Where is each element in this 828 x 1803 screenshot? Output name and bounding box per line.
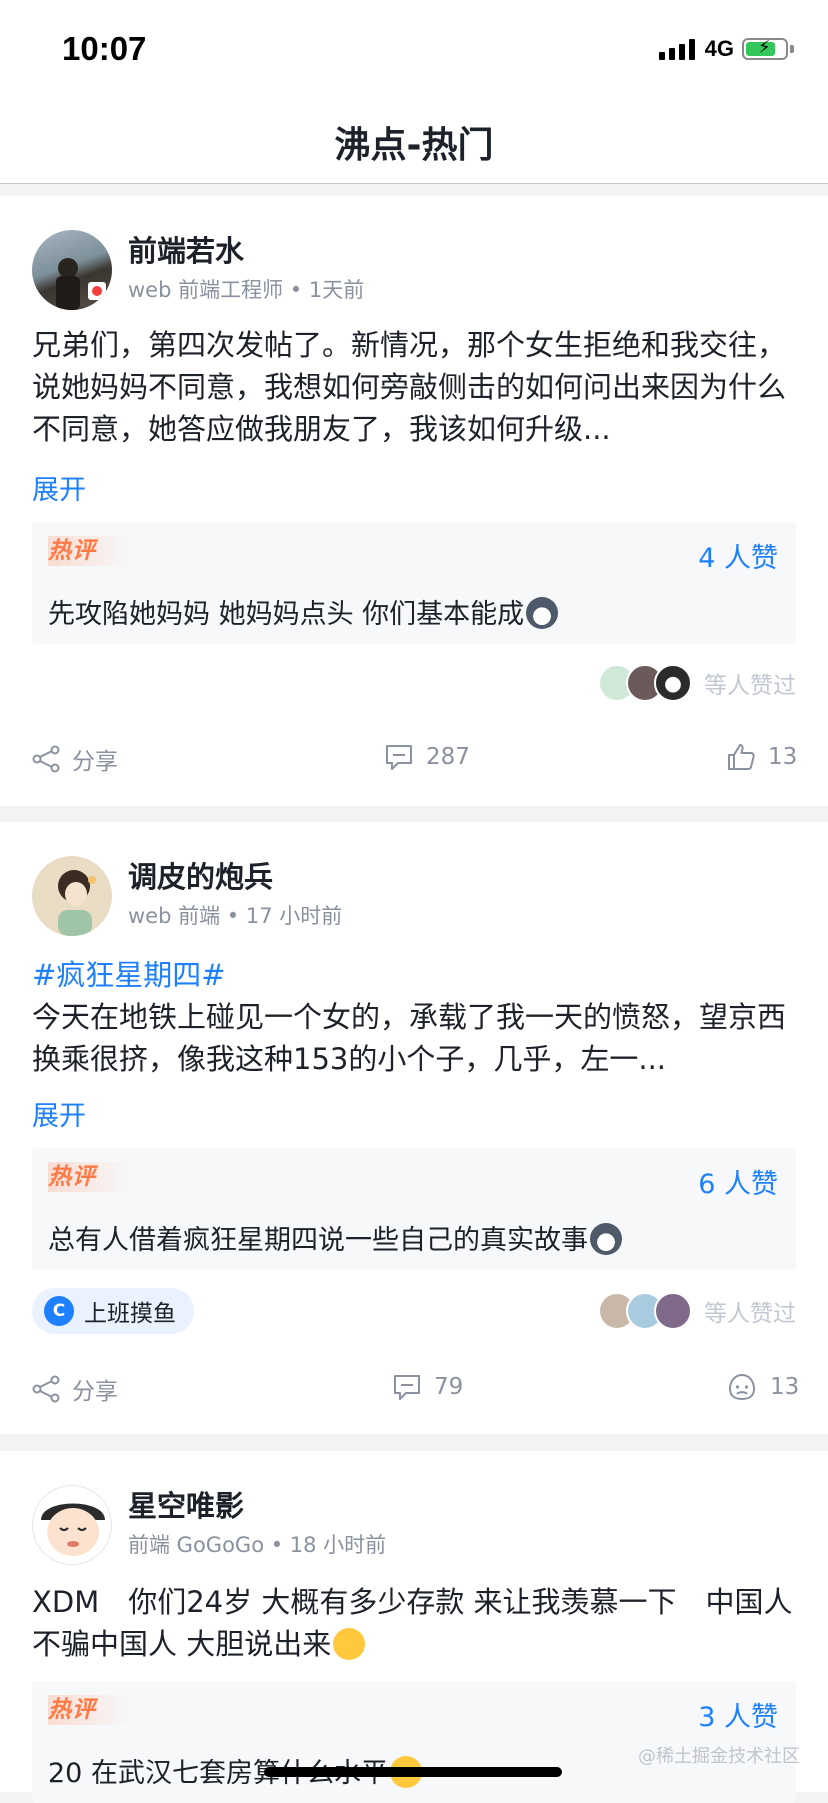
author-name[interactable]: 前端若水 [128,228,244,270]
post-card[interactable]: 调皮的炮兵 web 前端 • 17 小时前 #疯狂星期四# 今天在地铁上碰见一个… [0,822,828,1434]
status-time: 10:07 [62,30,147,67]
like-count: 13 [768,744,798,770]
thumbs-up-icon [728,744,755,770]
status-indicators: 4G ⚡ [658,36,794,62]
share-label: 分享 [72,749,118,775]
network-type: 4G [704,36,734,61]
signal-icon [658,38,695,60]
hot-comment-text: 总有人借着疯狂星期四说一些自己的真实故事 [48,1218,622,1257]
expand-link[interactable]: 展开 [32,1094,86,1133]
author-meta: web 前端 • 17 小时前 [128,904,343,928]
expand-link[interactable]: 展开 [32,468,86,507]
like-button[interactable]: 13 [726,742,797,772]
avatar-image [56,258,106,310]
hashtag-link[interactable]: #疯狂星期四# [32,954,796,996]
nav-bar: 沸点-热门 [0,96,828,184]
topic-tag[interactable]: C 上班摸鱼 [32,1288,194,1334]
comment-button[interactable]: 79 [392,1372,463,1402]
author-meta: web 前端工程师 • 1天前 [128,278,365,302]
comment-icon [394,1375,420,1400]
author-name[interactable]: 调皮的炮兵 [128,854,273,896]
comment-icon [386,745,412,770]
page-title: 沸点-热门 [334,125,494,166]
avatar[interactable] [32,230,112,310]
hot-comment-badge: 热评 [48,1695,130,1725]
status-bar: 10:07 4G ⚡ [0,0,828,96]
topic-icon: C [44,1296,74,1326]
liked-by-text: 等人赞过 [704,673,796,699]
post-content[interactable]: #疯狂星期四# 今天在地铁上碰见一个女的，承载了我一天的愤怒，望京西换乘很挤，像… [32,954,796,1080]
avatar[interactable] [32,1485,112,1565]
author-name[interactable]: 星空唯影 [128,1483,244,1525]
hot-comment-likes: 3 人赞 [698,1702,778,1733]
post-body: 今天在地铁上碰见一个女的，承载了我一天的愤怒，望京西换乘很挤，像我这种153的小… [32,1000,787,1076]
liked-by-text: 等人赞过 [704,1301,796,1327]
share-button[interactable]: 分享 [32,742,118,776]
comment-button[interactable]: 287 [384,742,470,772]
hot-comment-box[interactable]: 热评 6 人赞 总有人借着疯狂星期四说一些自己的真实故事 [32,1148,796,1270]
post-content[interactable]: 兄弟们，第四次发帖了。新情况，那个女生拒绝和我交往，说她妈妈不同意，我想如何旁敲… [32,324,796,450]
home-indicator[interactable] [264,1767,562,1777]
avatar[interactable] [32,856,112,936]
watermark: @稀土掘金技术社区 [638,1746,800,1767]
battery-cap [790,45,794,53]
hot-comment-badge: 热评 [48,536,130,566]
topic-label: 上班摸鱼 [84,1301,176,1327]
hot-comment-likes: 6 人赞 [698,1169,778,1200]
liked-by-row[interactable]: 等人赞过 [598,1292,796,1330]
hot-comment-likes: 4 人赞 [698,543,778,574]
husky-emoji-icon [526,597,559,629]
hot-comment-box[interactable]: 热评 4 人赞 先攻陷她妈妈 她妈妈点头 你们基本能成 [32,522,796,644]
sad-face-icon [728,1373,756,1401]
battery-icon: ⚡ [742,37,788,60]
husky-emoji-icon [590,1223,622,1255]
post-card[interactable]: 前端若水 web 前端工程师 • 1天前 兄弟们，第四次发帖了。新情况，那个女生… [0,196,828,806]
liker-avatar [654,664,692,702]
share-icon [32,1375,60,1403]
like-count: 13 [770,1374,800,1400]
avatar-image [41,1503,105,1556]
author-meta: 前端 GoGoGo • 18 小时前 [128,1533,387,1557]
comment-count: 287 [426,744,470,770]
share-label: 分享 [72,1379,118,1405]
post-card[interactable]: 星空唯影 前端 GoGoGo • 18 小时前 XDM 你们24岁 大概有多少存… [0,1451,828,1803]
action-row: 分享 79 13 [0,1372,828,1412]
comment-count: 79 [434,1374,464,1400]
liked-by-row[interactable]: 等人赞过 [598,664,796,702]
post-content[interactable]: XDM 你们24岁 大概有多少存款 来让我羡慕一下 中国人不骗中国人 大胆说出来 [32,1581,796,1665]
liker-avatar [654,1292,692,1330]
hot-comment-badge: 热评 [48,1162,130,1192]
avatar-image [58,870,96,936]
action-row: 分享 287 13 [0,742,828,782]
hot-comment-text: 先攻陷她妈妈 她妈妈点头 你们基本能成 [48,592,559,631]
share-button[interactable]: 分享 [32,1372,118,1406]
grinning-emoji-icon [333,1628,366,1660]
like-button[interactable]: 13 [726,1372,799,1402]
share-icon [32,745,60,773]
